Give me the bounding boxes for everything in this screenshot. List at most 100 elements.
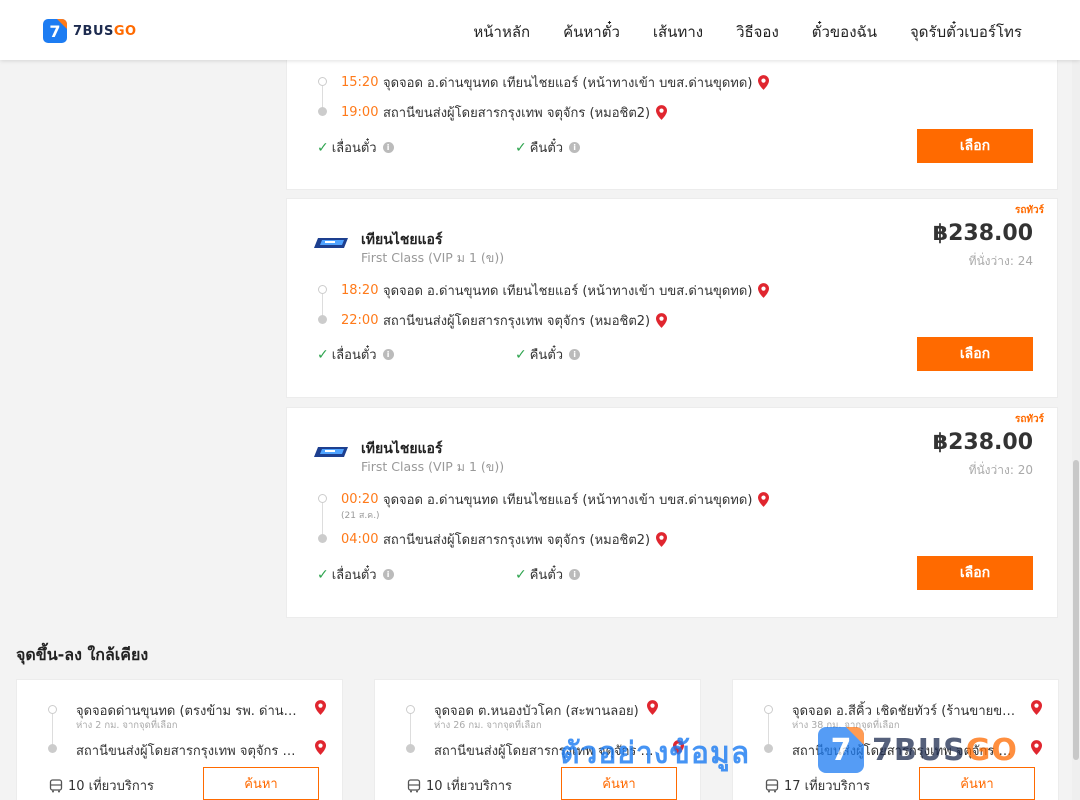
map-pin-icon[interactable] bbox=[758, 492, 770, 507]
select-trip-button[interactable]: เลือก bbox=[917, 129, 1033, 163]
map-pin-icon[interactable] bbox=[647, 700, 658, 715]
info-icon[interactable]: i bbox=[569, 142, 581, 153]
nearby-distance: ห่าง 2 กม. จากจุดที่เลือก bbox=[76, 720, 178, 731]
map-pin-icon[interactable] bbox=[656, 105, 668, 120]
top-header: 7 7BUSGO หน้าหลัก ค้นหาตั๋ว เส้นทาง วิธี… bbox=[0, 0, 1080, 60]
info-icon[interactable]: i bbox=[382, 142, 394, 153]
arrival-row: 19:00 สถานีขนส่งผู้โดยสารกรุงเทพ จตุจักร… bbox=[341, 102, 668, 123]
map-pin-icon[interactable] bbox=[315, 700, 326, 715]
trip-card: รถทัวร์ เทียนไชยแอร์ First Class (VIP ม … bbox=[286, 198, 1058, 398]
map-pin-icon[interactable] bbox=[315, 740, 326, 755]
arrival-row: 04:00 สถานีขนส่งผู้โดยสารกรุงเทพ จตุจักร… bbox=[341, 529, 668, 550]
arrival-stop: สถานีขนส่งผู้โดยสารกรุงเทพ จตุจักร (หมอช… bbox=[383, 106, 651, 121]
map-pin-icon[interactable] bbox=[758, 283, 770, 298]
nearby-section-title: จุดขึ้น-ลง ใกล้เคียง bbox=[16, 645, 149, 664]
departure-time: 00:20 bbox=[341, 492, 379, 507]
departure-dot bbox=[764, 705, 773, 714]
info-icon[interactable]: i bbox=[569, 569, 581, 580]
timeline-line bbox=[322, 86, 323, 108]
arrival-dot bbox=[318, 107, 327, 116]
timeline-line bbox=[52, 713, 53, 747]
feature-refund: ✓ คืนตั๋ว i bbox=[515, 564, 581, 585]
feature-refund: ✓ คืนตั๋ว i bbox=[515, 137, 581, 158]
bus-type-tag: รถทัวร์ bbox=[1014, 205, 1044, 216]
site-logo[interactable]: 7 7BUSGO bbox=[43, 19, 137, 43]
departure-stop: จุดจอด อ.ด่านขุนทด เทียนไชยแอร์ (หน้าทาง… bbox=[383, 493, 753, 508]
nav-home[interactable]: หน้าหลัก bbox=[473, 20, 530, 44]
trip-price: ฿238.00 bbox=[932, 430, 1033, 455]
main-nav: หน้าหลัก ค้นหาตั๋ว เส้นทาง วิธีจอง ตั๋วข… bbox=[473, 20, 1022, 44]
departure-stop: จุดจอด อ.ด่านขุนทด เทียนไชยแอร์ (หน้าทาง… bbox=[383, 284, 753, 299]
arrival-dot bbox=[406, 744, 415, 753]
map-pin-icon[interactable] bbox=[656, 313, 668, 328]
departure-row: 15:20 จุดจอด อ.ด่านขุนทด เทียนไชยแอร์ (ห… bbox=[341, 72, 770, 93]
departure-date-note: (21 ส.ค.) bbox=[341, 511, 380, 521]
watermark-logo-mark: 7 bbox=[818, 727, 864, 773]
departure-dot bbox=[318, 285, 327, 294]
trip-price: ฿238.00 bbox=[932, 221, 1033, 246]
map-pin-icon[interactable] bbox=[1031, 700, 1042, 715]
arrival-dot bbox=[318, 534, 327, 543]
select-trip-button[interactable]: เลือก bbox=[917, 556, 1033, 590]
bus-icon bbox=[765, 778, 779, 792]
seats-available: ที่นั่งว่าง: 20 bbox=[968, 463, 1033, 477]
logo-mark: 7 bbox=[43, 19, 67, 43]
arrival-time: 04:00 bbox=[341, 532, 379, 547]
arrival-time: 22:00 bbox=[341, 313, 379, 328]
seats-available: ที่นั่งว่าง: 24 bbox=[968, 254, 1033, 268]
select-trip-button[interactable]: เลือก bbox=[917, 337, 1033, 371]
info-icon[interactable]: i bbox=[569, 349, 581, 360]
nearby-trip-count: 17 เที่ยวบริการ bbox=[765, 775, 870, 796]
bus-icon bbox=[407, 778, 421, 792]
nearby-trip-count: 10 เที่ยวบริการ bbox=[49, 775, 154, 796]
nav-my-tickets[interactable]: ตั๋วของฉัน bbox=[812, 20, 877, 44]
nearby-search-button[interactable]: ค้นหา bbox=[203, 767, 319, 800]
departure-row: 00:20 จุดจอด อ.ด่านขุนทด เทียนไชยแอร์ (ห… bbox=[341, 489, 770, 510]
trip-card: 15:20 จุดจอด อ.ด่านขุนทด เทียนไชยแอร์ (ห… bbox=[286, 40, 1058, 190]
feature-reschedule: ✓ เลื่อนตั๋ว i bbox=[317, 137, 394, 158]
departure-row: 18:20 จุดจอด อ.ด่านขุนทด เทียนไชยแอร์ (ห… bbox=[341, 280, 770, 301]
map-pin-icon[interactable] bbox=[1031, 740, 1042, 755]
nav-how-to-book[interactable]: วิธีจอง bbox=[736, 20, 779, 44]
watermark-logo: 7 7BUSGO bbox=[818, 727, 1018, 773]
check-icon: ✓ bbox=[317, 139, 329, 156]
departure-stop: จุดจอด อ.ด่านขุนทด เทียนไชยแอร์ (หน้าทาง… bbox=[383, 76, 753, 91]
bus-icon bbox=[49, 778, 63, 792]
scroll-thumb[interactable] bbox=[1073, 460, 1079, 760]
bus-type-tag: รถทัวร์ bbox=[1014, 414, 1044, 425]
nearby-card: จุดจอดด่านขุนทด (ตรงข้าม รพ. ด่านขุนทด) … bbox=[16, 679, 343, 800]
timeline-line bbox=[768, 713, 769, 747]
bus-class: First Class (VIP ม 1 (ข)) bbox=[361, 250, 505, 265]
operator-logo-icon bbox=[314, 238, 348, 248]
info-icon[interactable]: i bbox=[382, 349, 394, 360]
nearby-destination: สถานีขนส่งผู้โดยสารกรุงเทพ จตุจักร (หมอช… bbox=[76, 744, 300, 759]
departure-dot bbox=[406, 705, 415, 714]
nearby-distance: ห่าง 26 กม. จากจุดที่เลือก bbox=[434, 720, 542, 731]
operator-logo-icon bbox=[314, 447, 348, 457]
timeline-line bbox=[410, 713, 411, 747]
arrival-stop: สถานีขนส่งผู้โดยสารกรุงเทพ จตุจักร (หมอช… bbox=[383, 314, 651, 329]
trip-card: รถทัวร์ เทียนไชยแอร์ First Class (VIP ม … bbox=[286, 407, 1058, 618]
timeline-line bbox=[322, 294, 323, 316]
nearby-trip-count: 10 เที่ยวบริการ bbox=[407, 775, 512, 796]
timeline-line bbox=[322, 503, 323, 538]
info-icon[interactable]: i bbox=[382, 569, 394, 580]
nav-routes[interactable]: เส้นทาง bbox=[653, 20, 703, 44]
departure-dot bbox=[48, 705, 57, 714]
watermark-logo-text: 7BUSGO bbox=[872, 732, 1018, 768]
map-pin-icon[interactable] bbox=[758, 75, 770, 90]
feature-reschedule: ✓ เลื่อนตั๋ว i bbox=[317, 344, 394, 365]
arrival-dot bbox=[318, 315, 327, 324]
check-icon: ✓ bbox=[515, 139, 527, 156]
page-scrollbar[interactable] bbox=[1072, 60, 1080, 800]
check-icon: ✓ bbox=[317, 566, 329, 583]
arrival-time: 19:00 bbox=[341, 105, 379, 120]
map-pin-icon[interactable] bbox=[656, 532, 668, 547]
nav-ticket-points[interactable]: จุดรับตั๋วเบอร์โทร bbox=[910, 20, 1022, 44]
nav-search-ticket[interactable]: ค้นหาตั๋ว bbox=[563, 20, 620, 44]
arrival-dot bbox=[764, 744, 773, 753]
feature-refund: ✓ คืนตั๋ว i bbox=[515, 344, 581, 365]
check-icon: ✓ bbox=[515, 566, 527, 583]
departure-time: 18:20 bbox=[341, 283, 379, 298]
bus-class: First Class (VIP ม 1 (ข)) bbox=[361, 459, 505, 474]
